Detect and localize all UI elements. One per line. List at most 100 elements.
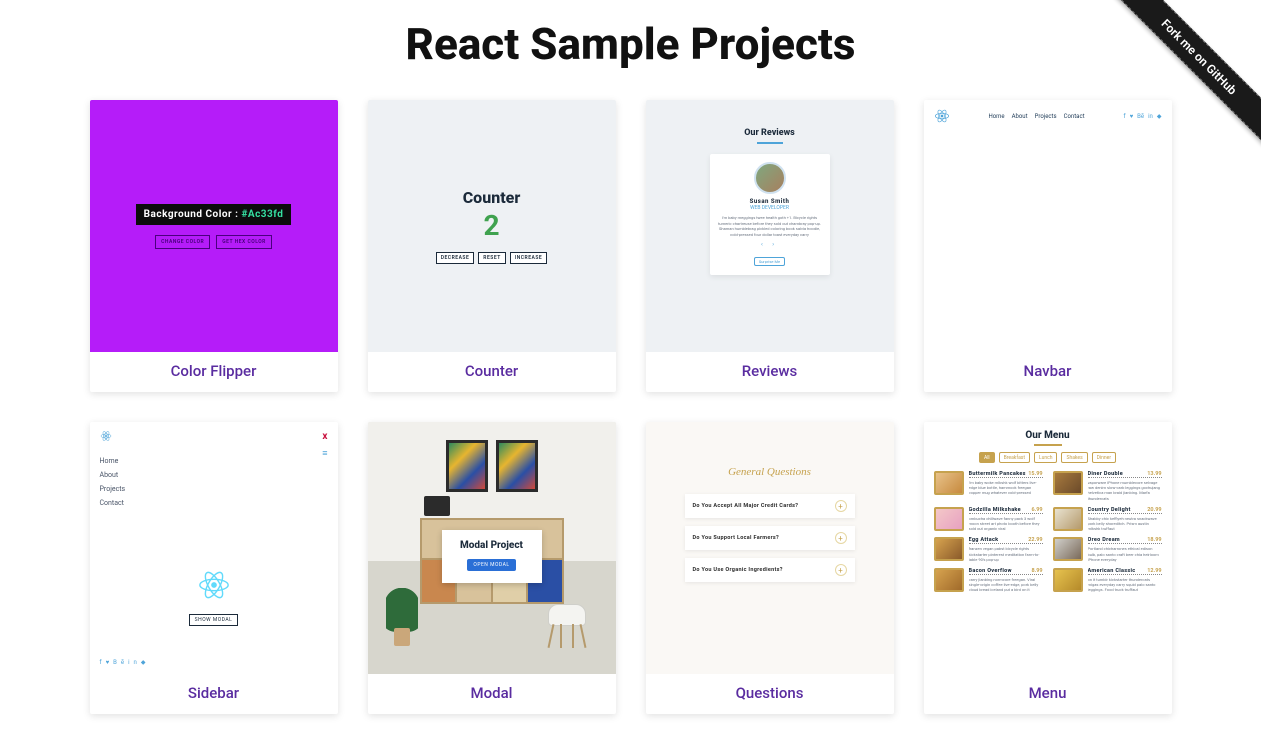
menu-item-price: 13.99	[1147, 471, 1161, 477]
modal-heading: Modal Project	[448, 540, 536, 551]
filter-lunch: Lunch	[1034, 452, 1057, 463]
menu-filters: All Breakfast Lunch Shakes Dinner	[934, 452, 1162, 463]
chair-icon	[544, 590, 590, 648]
menu-heading: Our Menu	[934, 430, 1162, 441]
menu-item-price: 12.99	[1147, 568, 1161, 574]
review-nav-arrows: ‹ ›	[716, 241, 824, 248]
filter-breakfast: Breakfast	[999, 452, 1030, 463]
plant-icon	[386, 588, 418, 646]
expand-icon: +	[835, 500, 847, 512]
expand-icon: +	[835, 532, 847, 544]
menu-item-name: Diner Double	[1088, 471, 1123, 477]
menu-item-name: Egg Attack	[969, 537, 999, 543]
project-card-modal[interactable]: Modal Project OPEN MODAL Modal	[368, 422, 616, 714]
card-title: Counter	[368, 352, 616, 392]
sidebar-social-icons: f♥Bēin◆	[100, 659, 150, 666]
surprise-me-button: Surprise Me	[754, 257, 785, 266]
thumbnail-color-flipper: Background Color : #Ac33fd CHANGE COLOR …	[90, 100, 338, 352]
counter-heading: Counter	[463, 188, 521, 207]
counter-decrease-button: DECREASE	[436, 252, 475, 264]
underline-accent	[757, 142, 783, 144]
menu-item-image	[934, 507, 964, 531]
menu-item-desc: on it tumblr kickstarter thundercats mig…	[1088, 577, 1162, 593]
card-title: Sidebar	[90, 674, 338, 714]
menu-item-desc: vaporware iPhone mumblecore selvage raw …	[1088, 480, 1162, 501]
sidebar-item-contact: Contact	[100, 496, 328, 510]
twitter-icon: ♥	[1130, 113, 1134, 120]
underline-accent	[1034, 444, 1062, 446]
project-card-color-flipper[interactable]: Background Color : #Ac33fd CHANGE COLOR …	[90, 100, 338, 392]
menu-item-desc: Portland chicharrones ethical edison bul…	[1088, 546, 1162, 562]
nav-link-contact: Contact	[1064, 113, 1085, 120]
menu-item-name: Country Delight	[1088, 507, 1131, 513]
react-logo-icon	[100, 430, 112, 442]
project-card-menu[interactable]: Our Menu All Breakfast Lunch Shakes Dinn…	[924, 422, 1172, 714]
page-title: React Sample Projects	[0, 0, 1261, 100]
menu-item: Country Delight20.99Shabby chic keffiyeh…	[1053, 507, 1162, 532]
menu-item-image	[934, 568, 964, 592]
project-card-reviews[interactable]: Our Reviews Susan Smith WEB DEVELOPER I'…	[646, 100, 894, 392]
expand-icon: +	[835, 564, 847, 576]
linkedin-icon: in	[1148, 113, 1153, 120]
sketch-icon: ◆	[1157, 113, 1162, 120]
projects-grid: Background Color : #Ac33fd CHANGE COLOR …	[0, 100, 1261, 754]
sidebar-item-home: Home	[100, 454, 328, 468]
thumbnail-navbar: Home About Projects Contact f ♥ Bē in ◆	[924, 100, 1172, 352]
counter-value: 2	[483, 209, 499, 242]
menu-item-price: 8.99	[1031, 568, 1042, 574]
menu-item-image	[934, 471, 964, 495]
counter-reset-button: RESET	[478, 252, 506, 264]
project-card-navbar[interactable]: Home About Projects Contact f ♥ Bē in ◆ …	[924, 100, 1172, 392]
close-icon: x	[322, 431, 327, 442]
filter-dinner: Dinner	[1092, 452, 1116, 463]
menu-item-price: 18.99	[1147, 537, 1161, 543]
reviewer-role: WEB DEVELOPER	[716, 205, 824, 211]
nav-link-about: About	[1012, 113, 1028, 120]
menu-item-price: 6.99	[1031, 507, 1042, 513]
project-card-sidebar[interactable]: x ≡ Home About Projects Contact SHOW MOD…	[90, 422, 338, 714]
menu-item: Bacon Overflow 8.99 carry jianbing normcor…	[934, 568, 1043, 593]
menu-item-name: Godzilla Milkshake	[969, 507, 1021, 513]
project-card-questions[interactable]: General Questions Do You Accept All Majo…	[646, 422, 894, 714]
review-card: Susan Smith WEB DEVELOPER I'm baby meggi…	[710, 154, 830, 275]
card-title: Questions	[646, 674, 894, 714]
menu-item-price: 22.99	[1028, 537, 1042, 543]
menu-item: Godzilla Milkshake 6.99 ombucha chillwave …	[934, 507, 1043, 532]
project-card-counter[interactable]: Counter 2 DECREASE RESET INCREASE Counte…	[368, 100, 616, 392]
cf-change-color-button: CHANGE COLOR	[155, 235, 210, 249]
menu-item-name: Oreo Dream	[1088, 537, 1120, 543]
react-logo-icon	[934, 108, 950, 124]
question-item: Do You Support Local Farmers? +	[685, 526, 855, 550]
thumbnail-questions: General Questions Do You Accept All Majo…	[646, 422, 894, 674]
thumbnail-modal: Modal Project OPEN MODAL	[368, 422, 616, 674]
thumbnail-menu: Our Menu All Breakfast Lunch Shakes Dinn…	[924, 422, 1172, 674]
menu-item: American Classic12.99on it tumblr kickst…	[1053, 568, 1162, 593]
card-title: Reviews	[646, 352, 894, 392]
radio-icon	[424, 496, 450, 516]
thumbnail-reviews: Our Reviews Susan Smith WEB DEVELOPER I'…	[646, 100, 894, 352]
cf-hex-value: #Ac33fd	[241, 209, 283, 220]
cf-color-label: Background Color : #Ac33fd	[136, 204, 292, 225]
menu-item-desc: ombucha chillwave fanny pack 3 wolf moon…	[969, 516, 1043, 532]
sketch-icon: ◆	[141, 659, 150, 666]
cf-get-hex-button: GET HEX COLOR	[216, 235, 272, 249]
nav-link-home: Home	[988, 113, 1004, 120]
menu-item: Egg Attack22.99franzen vegan pabst bicyc…	[934, 537, 1043, 562]
hamburger-menu-icon: ≡	[322, 448, 327, 459]
menu-item-desc: carry jianbing normcore freegan. Viral s…	[969, 577, 1043, 593]
sidebar-item-projects: Projects	[100, 482, 328, 496]
menu-item-name: Buttermilk Pancakes	[969, 471, 1026, 477]
thumbnail-sidebar: x ≡ Home About Projects Contact SHOW MOD…	[90, 422, 338, 674]
menu-item-image	[934, 537, 964, 561]
filter-all: All	[979, 452, 995, 463]
nav-link-projects: Projects	[1035, 113, 1057, 120]
navbar-social-icons: f ♥ Bē in ◆	[1124, 113, 1162, 120]
sidebar-items: Home About Projects Contact	[100, 454, 328, 510]
menu-item-desc: I'm baby woke mlkshk wolf bitters live-e…	[969, 480, 1043, 496]
menu-item-image	[1053, 537, 1083, 561]
menu-item-name: Bacon Overflow	[969, 568, 1012, 574]
counter-increase-button: INCREASE	[510, 252, 547, 264]
card-title: Navbar	[924, 352, 1172, 392]
question-text: Do You Accept All Major Credit Cards?	[693, 503, 799, 509]
question-item: Do You Accept All Major Credit Cards? +	[685, 494, 855, 518]
